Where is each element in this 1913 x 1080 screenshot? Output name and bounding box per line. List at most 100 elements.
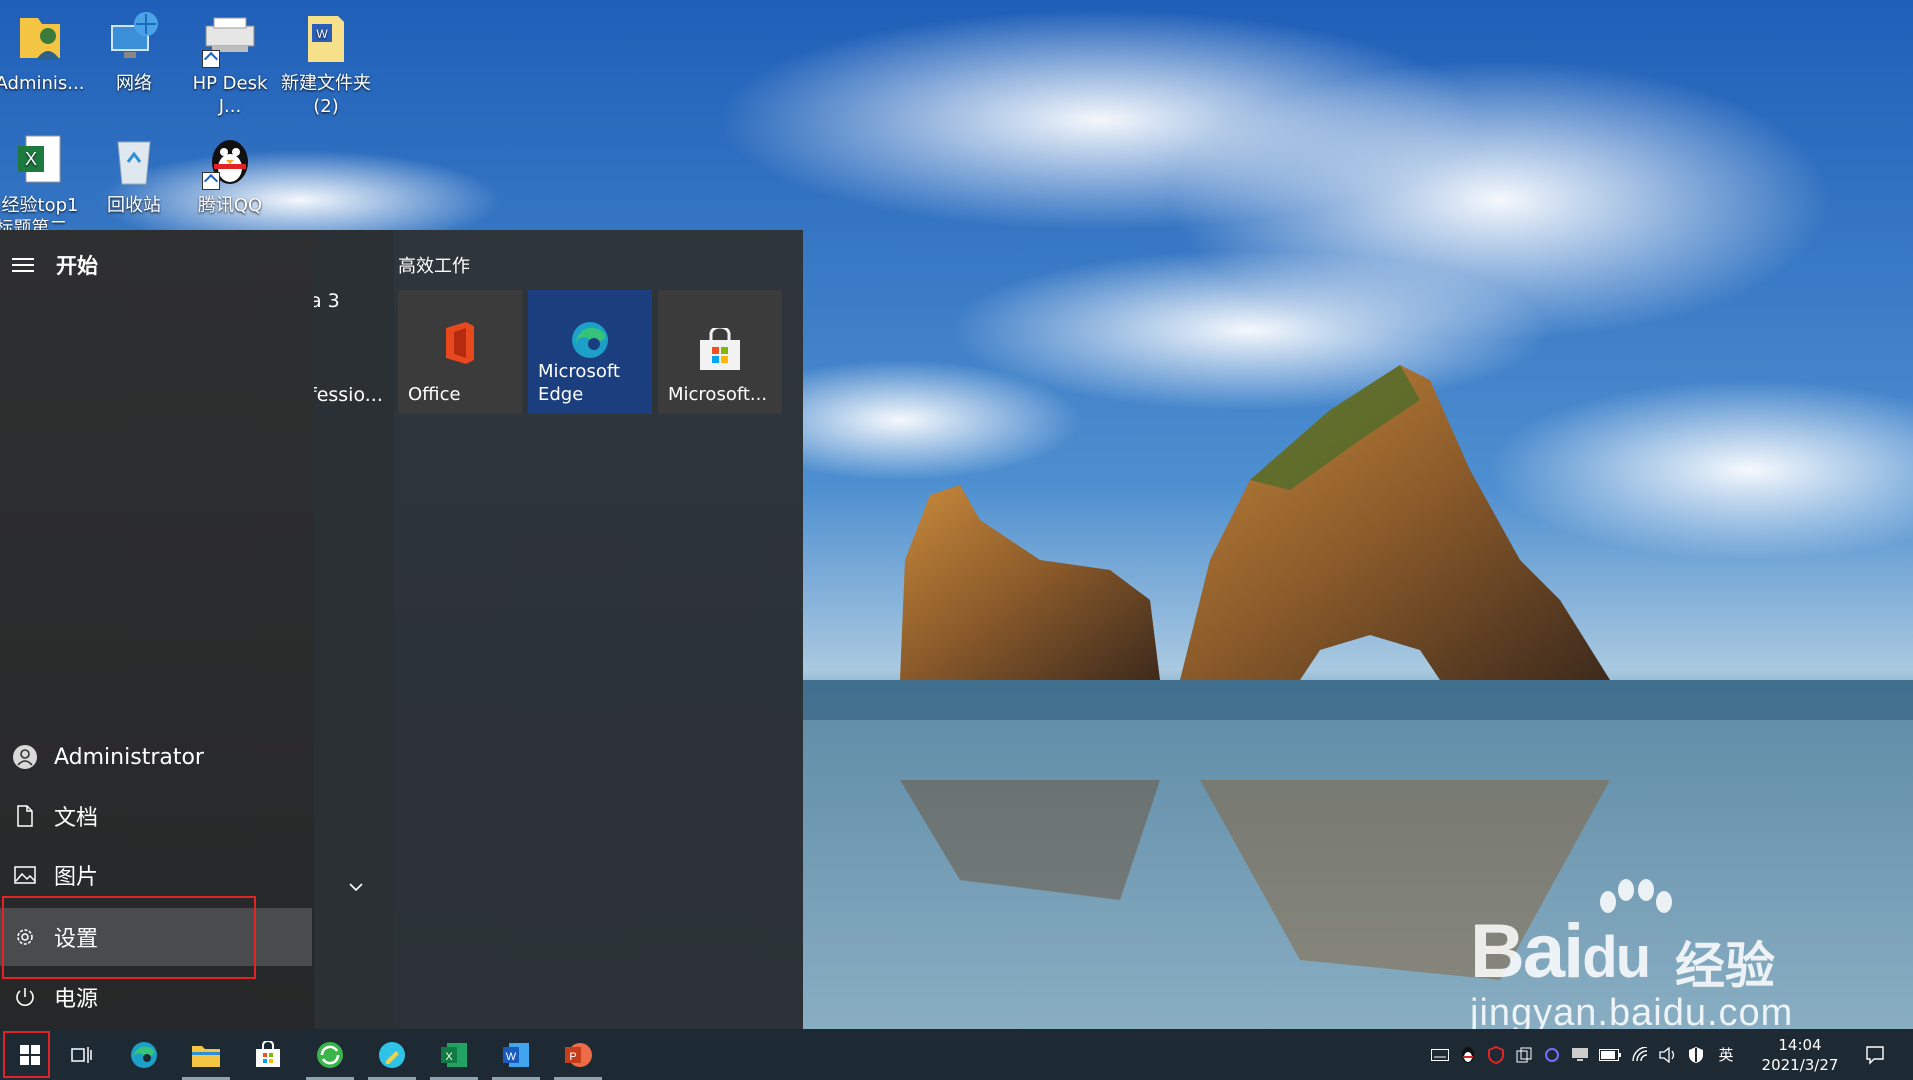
clock-time: 14:04 [1778, 1036, 1822, 1054]
watermark-cn: 经验 [1675, 937, 1775, 995]
user-avatar-icon [12, 744, 38, 770]
tile-office[interactable]: Office [398, 290, 522, 414]
svg-text:P: P [569, 1051, 576, 1063]
browser-green-icon [317, 1041, 343, 1068]
speaker-icon [1659, 1046, 1675, 1063]
edge-icon [131, 1041, 157, 1068]
desktop-icon-network[interactable]: 网络 [88, 8, 180, 95]
desktop-icon-admin[interactable]: Adminis... [0, 8, 86, 95]
start-menu: 高效工作 Office Microsoft Edge Microsoft... … [0, 230, 803, 1029]
baidu-watermark: Baidu 经验 jingyan.baidu.com [1470, 878, 1800, 1038]
tile-microsoft-store[interactable]: Microsoft... [658, 290, 782, 414]
taskbar-browser-green[interactable] [300, 1029, 360, 1080]
taskbar-pencil-app[interactable] [362, 1029, 422, 1080]
desktop-icon-new-folder[interactable]: W 新建文件夹 (2) [280, 8, 372, 118]
desktop-icon-printer[interactable]: HP DeskJ... [184, 8, 276, 118]
tray-battery[interactable] [1596, 1029, 1624, 1080]
svg-text:X: X [25, 149, 37, 169]
tray-input-method[interactable]: 英 [1712, 1029, 1740, 1080]
svg-text:X: X [445, 1051, 453, 1063]
desktop-icon-label: 网络 [116, 73, 152, 94]
keyboard-icon [1431, 1048, 1449, 1061]
taskbar-powerpoint[interactable]: P [548, 1029, 608, 1080]
tray-display[interactable] [1568, 1029, 1592, 1080]
tile-label: Office [408, 384, 461, 405]
qq-penguin-icon [1462, 1046, 1474, 1063]
monitor-icon [1572, 1047, 1588, 1061]
taskbar-clock[interactable]: 14:04 2021/3/27 [1755, 1035, 1845, 1075]
picture-icon [12, 862, 38, 888]
tile-microsoft-edge[interactable]: Microsoft Edge [528, 290, 652, 414]
tray-volume[interactable] [1656, 1029, 1680, 1080]
power-icon [12, 984, 38, 1010]
settings-highlight-annotation [2, 896, 256, 979]
desktop-icon-label: HP DeskJ... [192, 73, 268, 117]
desktop-icon-label: 回收站 [107, 195, 161, 216]
qq-penguin-icon [200, 130, 260, 190]
office-icon [446, 322, 474, 364]
tray-defender[interactable] [1684, 1029, 1708, 1080]
nav-power[interactable]: 电源 [0, 968, 312, 1026]
nav-label: 文档 [54, 806, 99, 831]
tile-label: Microsoft... [668, 384, 768, 405]
copy-icon [1516, 1047, 1532, 1062]
app-list-item[interactable]: a 3 [314, 290, 340, 312]
tray-keyboard[interactable] [1428, 1029, 1452, 1080]
desktop-icon-qq[interactable]: 腾讯QQ [184, 130, 276, 217]
desktop-icon-label: Adminis... [0, 73, 85, 94]
taskbar-file-explorer[interactable] [176, 1029, 236, 1080]
shield-red-icon [1488, 1045, 1504, 1064]
circle-icon [1545, 1047, 1559, 1062]
action-center-button[interactable] [1855, 1029, 1895, 1080]
battery-icon [1599, 1048, 1621, 1061]
svg-text:W: W [506, 1051, 517, 1063]
taskbar-word[interactable]: W [486, 1029, 546, 1080]
taskbar-store[interactable] [238, 1029, 298, 1080]
word-folder-icon: W [296, 8, 356, 68]
document-icon [12, 803, 38, 829]
file-explorer-icon [192, 1045, 220, 1067]
tile-label: Microsoft Edge [538, 361, 620, 405]
task-view-button[interactable] [52, 1029, 112, 1080]
shortcut-arrow-icon [202, 172, 220, 190]
hamburger-menu-icon[interactable] [12, 258, 34, 272]
start-button[interactable] [0, 1029, 60, 1080]
task-view-icon [71, 1046, 92, 1063]
edge-icon [572, 322, 608, 358]
tray-security[interactable] [1484, 1029, 1508, 1080]
shield-icon [1689, 1046, 1703, 1063]
taskbar-excel[interactable]: X [424, 1029, 484, 1080]
excel-file-icon: X [10, 130, 70, 190]
desktop-icon-excel-file[interactable]: X 经验top1 标题第二... [0, 130, 86, 240]
desktop-icon-label: 新建文件夹 (2) [281, 73, 371, 117]
printer-icon [200, 8, 260, 68]
notification-icon [1866, 1045, 1884, 1065]
watermark-brand: Baidu [1470, 909, 1651, 994]
start-header: 开始 [12, 250, 98, 280]
wifi-icon [1632, 1046, 1648, 1061]
desktop-icon-recycle-bin[interactable]: 回收站 [88, 130, 180, 217]
nav-user-account[interactable]: Administrator [0, 728, 312, 786]
clock-date: 2021/3/27 [1761, 1056, 1839, 1074]
chevron-down-icon[interactable] [349, 880, 363, 894]
tile-group-label: 高效工作 [398, 256, 470, 277]
start-nav-pane: 开始 Administrator 文档 图片 设置 电源 [0, 230, 314, 1029]
tray-qq[interactable] [1456, 1029, 1480, 1080]
app-list: a 3 fessio... [314, 230, 394, 1029]
nav-label: 电源 [54, 987, 99, 1012]
app-list-item[interactable]: fessio... [314, 384, 383, 406]
nav-label: Administrator [54, 744, 204, 770]
tray-copy[interactable] [1512, 1029, 1536, 1080]
tray-cortana[interactable] [1540, 1029, 1564, 1080]
taskbar-edge[interactable] [114, 1029, 174, 1080]
desktop-icon-label: 腾讯QQ [197, 195, 263, 216]
shortcut-arrow-icon [202, 50, 220, 68]
nav-label: 图片 [54, 865, 99, 890]
nav-documents[interactable]: 文档 [0, 787, 312, 845]
store-icon [256, 1040, 280, 1067]
tray-wifi[interactable] [1628, 1029, 1652, 1080]
store-icon [700, 328, 740, 370]
excel-icon: X [441, 1042, 467, 1067]
user-folder-icon [10, 8, 70, 68]
svg-text:W: W [316, 27, 328, 41]
